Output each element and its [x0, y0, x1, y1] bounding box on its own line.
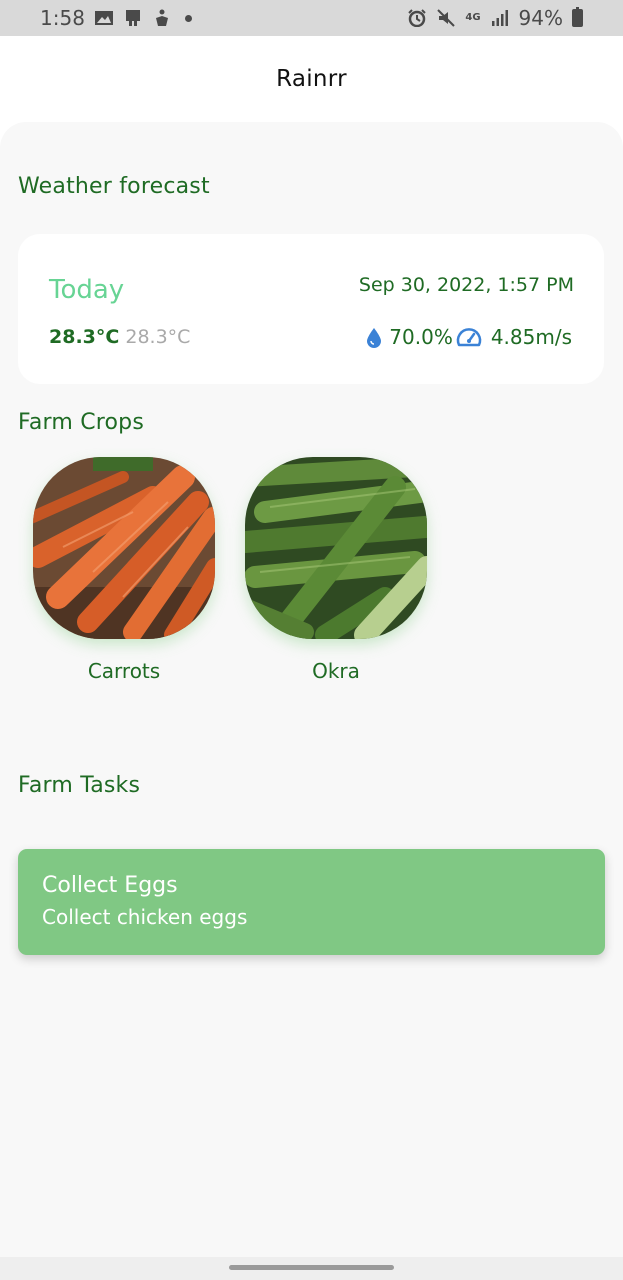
- crop-card-okra[interactable]: Okra: [245, 457, 427, 683]
- more-notifications-dot: [184, 14, 192, 22]
- app-screen: 1:58 4G 94% Rainrr Weather forecast Toda…: [0, 0, 623, 1280]
- water-drop-icon: [367, 328, 382, 348]
- carrots-photo[interactable]: [33, 457, 215, 639]
- humidity-value: 70.0%: [389, 325, 453, 349]
- weather-temperatures: 28.3°C 28.3°C: [49, 326, 190, 348]
- notification-app-icon: [125, 10, 140, 26]
- signal-icon: [491, 10, 508, 26]
- task-title: Collect Eggs: [42, 873, 178, 898]
- okra-image: [245, 457, 427, 639]
- task-card[interactable]: Collect Eggs Collect chicken eggs: [18, 849, 605, 955]
- crop-label-okra: Okra: [312, 659, 360, 683]
- alarm-icon: [408, 9, 427, 27]
- main-content[interactable]: Weather forecast Today Sep 30, 2022, 1:5…: [0, 122, 623, 1257]
- system-nav-bar: [0, 1257, 623, 1280]
- gallery-icon: [94, 11, 113, 25]
- status-bar: 1:58 4G 94%: [0, 0, 623, 36]
- crop-card-carrots[interactable]: Carrots: [33, 457, 215, 683]
- network-type: 4G: [465, 12, 481, 23]
- weather-datetime: Sep 30, 2022, 1:57 PM: [358, 274, 574, 296]
- status-time: 1:58: [40, 6, 85, 30]
- task-description: Collect chicken eggs: [42, 905, 248, 929]
- okra-photo[interactable]: [245, 457, 427, 639]
- temperature-main: 28.3°C: [49, 326, 120, 348]
- battery-icon: [572, 7, 583, 27]
- temperature-feels-like: 28.3°C: [125, 326, 191, 348]
- crops-section-title: Farm Crops: [18, 410, 145, 435]
- tasks-section-title: Farm Tasks: [18, 773, 141, 798]
- crop-label-carrots: Carrots: [87, 659, 161, 683]
- accessibility-icon: [155, 9, 168, 26]
- app-bar: Rainrr: [0, 36, 623, 122]
- status-right: 4G 94%: [407, 6, 583, 30]
- home-indicator[interactable]: [229, 1265, 394, 1270]
- weather-metrics: 70.0% 4.85m/s: [365, 325, 572, 349]
- battery-percent: 94%: [518, 6, 563, 30]
- weather-card[interactable]: Today Sep 30, 2022, 1:57 PM 28.3°C 28.3°…: [18, 234, 604, 384]
- app-title: Rainrr: [276, 66, 347, 92]
- mute-icon: [437, 9, 456, 27]
- status-left: 1:58: [40, 6, 192, 30]
- wind-speed-value: 4.85m/s: [490, 325, 572, 349]
- weather-day-label: Today: [49, 275, 125, 305]
- speedometer-icon: [456, 328, 482, 347]
- weather-section-title: Weather forecast: [18, 174, 210, 199]
- carrots-image: [33, 457, 215, 639]
